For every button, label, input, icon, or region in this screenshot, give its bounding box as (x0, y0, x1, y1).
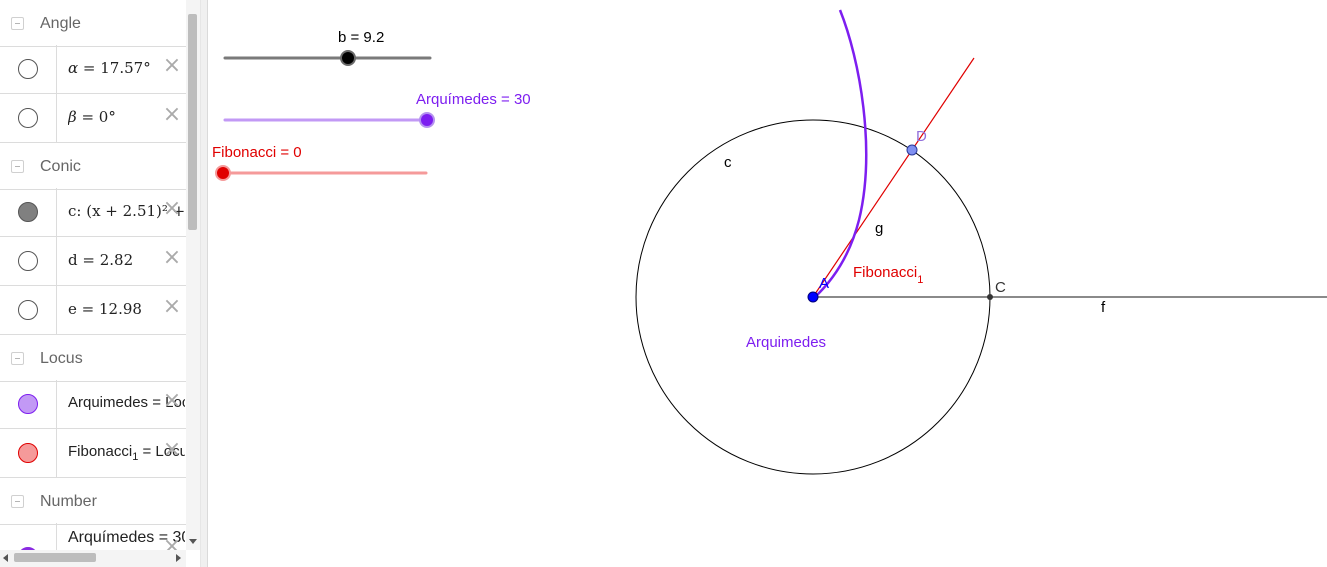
category-number[interactable]: Number (0, 478, 186, 525)
marble-cell (0, 429, 57, 477)
point-c[interactable] (987, 294, 993, 300)
visibility-toggle[interactable] (18, 108, 38, 128)
marble-cell (0, 286, 57, 334)
delete-icon[interactable]: × (162, 198, 182, 220)
slider-arquimedes[interactable]: Arquímedes = 30 (223, 91, 531, 128)
category-conic[interactable]: Conic (0, 143, 186, 190)
visibility-toggle[interactable] (18, 300, 38, 320)
scroll-left-icon[interactable] (3, 554, 8, 562)
visibility-toggle[interactable] (18, 59, 38, 79)
delete-icon[interactable]: × (162, 247, 182, 269)
delete-icon[interactable]: × (162, 296, 182, 318)
graphics-view[interactable]: b = 9.2 Arquímedes = 30 Fibonacci = 0 c … (208, 0, 1327, 567)
category-label: Locus (40, 350, 83, 367)
visibility-toggle[interactable] (18, 251, 38, 271)
label-a: A (819, 275, 829, 292)
collapse-icon[interactable] (11, 352, 24, 365)
label-g: g (875, 220, 883, 237)
collapse-icon[interactable] (11, 17, 24, 30)
label-f: f (1101, 299, 1106, 316)
marble-cell (0, 94, 57, 142)
ray-g[interactable] (812, 57, 975, 298)
marble-cell (0, 188, 57, 236)
slider-b-knob[interactable] (340, 50, 356, 66)
slider-fibonacci-knob[interactable] (215, 165, 231, 181)
algebra-row-arquimedes[interactable]: Arquimedes = Locus × (0, 380, 186, 429)
algebra-row-beta[interactable]: β = 0° × (0, 94, 186, 143)
algebra-row-e[interactable]: e = 12.98 × (0, 286, 186, 335)
scroll-right-icon[interactable] (176, 554, 181, 562)
slider-arquimedes-knob[interactable] (419, 112, 435, 128)
label-c-point: C (995, 279, 1006, 296)
label-d: D (916, 128, 927, 145)
delete-icon[interactable]: × (162, 390, 182, 412)
visibility-toggle[interactable] (18, 202, 38, 222)
view-splitter[interactable] (200, 0, 208, 567)
marble-cell (0, 237, 57, 285)
algebra-row-alpha[interactable]: α = 17.57° × (0, 45, 186, 94)
slider-fibonacci[interactable]: Fibonacci = 0 (212, 144, 428, 181)
slider-b[interactable]: b = 9.2 (223, 29, 432, 66)
algebra-view: Angle α = 17.57° × β = 0° × Conic c: (x … (0, 0, 200, 567)
delete-icon[interactable]: × (162, 104, 182, 126)
locus-arquimedes[interactable] (814, 9, 868, 298)
slider-b-label: b = 9.2 (338, 29, 384, 46)
category-angle[interactable]: Angle (0, 0, 186, 47)
collapse-icon[interactable] (11, 495, 24, 508)
vertical-scrollbar[interactable] (186, 0, 200, 550)
scrollbar-thumb[interactable] (188, 14, 197, 230)
visibility-toggle[interactable] (18, 394, 38, 414)
delete-icon[interactable]: × (162, 439, 182, 461)
label-arquimedes: Arquimedes (746, 334, 826, 351)
label-c: c (724, 154, 732, 171)
horizontal-scrollbar[interactable] (0, 550, 186, 567)
scroll-down-icon[interactable] (189, 539, 197, 544)
slider-fibonacci-label: Fibonacci = 0 (212, 144, 302, 161)
collapse-icon[interactable] (11, 160, 24, 173)
category-label: Conic (40, 158, 81, 175)
category-label: Number (40, 493, 97, 510)
label-fibonacci: Fibonacci1 (853, 264, 923, 286)
slider-arquimedes-label: Arquímedes = 30 (416, 91, 531, 108)
delete-icon[interactable]: × (162, 55, 182, 77)
category-label: Angle (40, 15, 81, 32)
marble-cell (0, 45, 57, 93)
visibility-toggle[interactable] (18, 443, 38, 463)
category-locus[interactable]: Locus (0, 335, 186, 382)
scrollbar-thumb[interactable] (14, 553, 96, 562)
point-d[interactable] (906, 144, 918, 156)
algebra-row-fibonacci[interactable]: Fibonacci1 = Locus × (0, 429, 186, 478)
marble-cell (0, 380, 57, 428)
algebra-row-c[interactable]: c: (x + 2.51)² + (y − 0.04)² = 31.74 × (0, 188, 186, 237)
algebra-row-d[interactable]: d = 2.82 × (0, 237, 186, 286)
point-a[interactable] (807, 291, 819, 303)
